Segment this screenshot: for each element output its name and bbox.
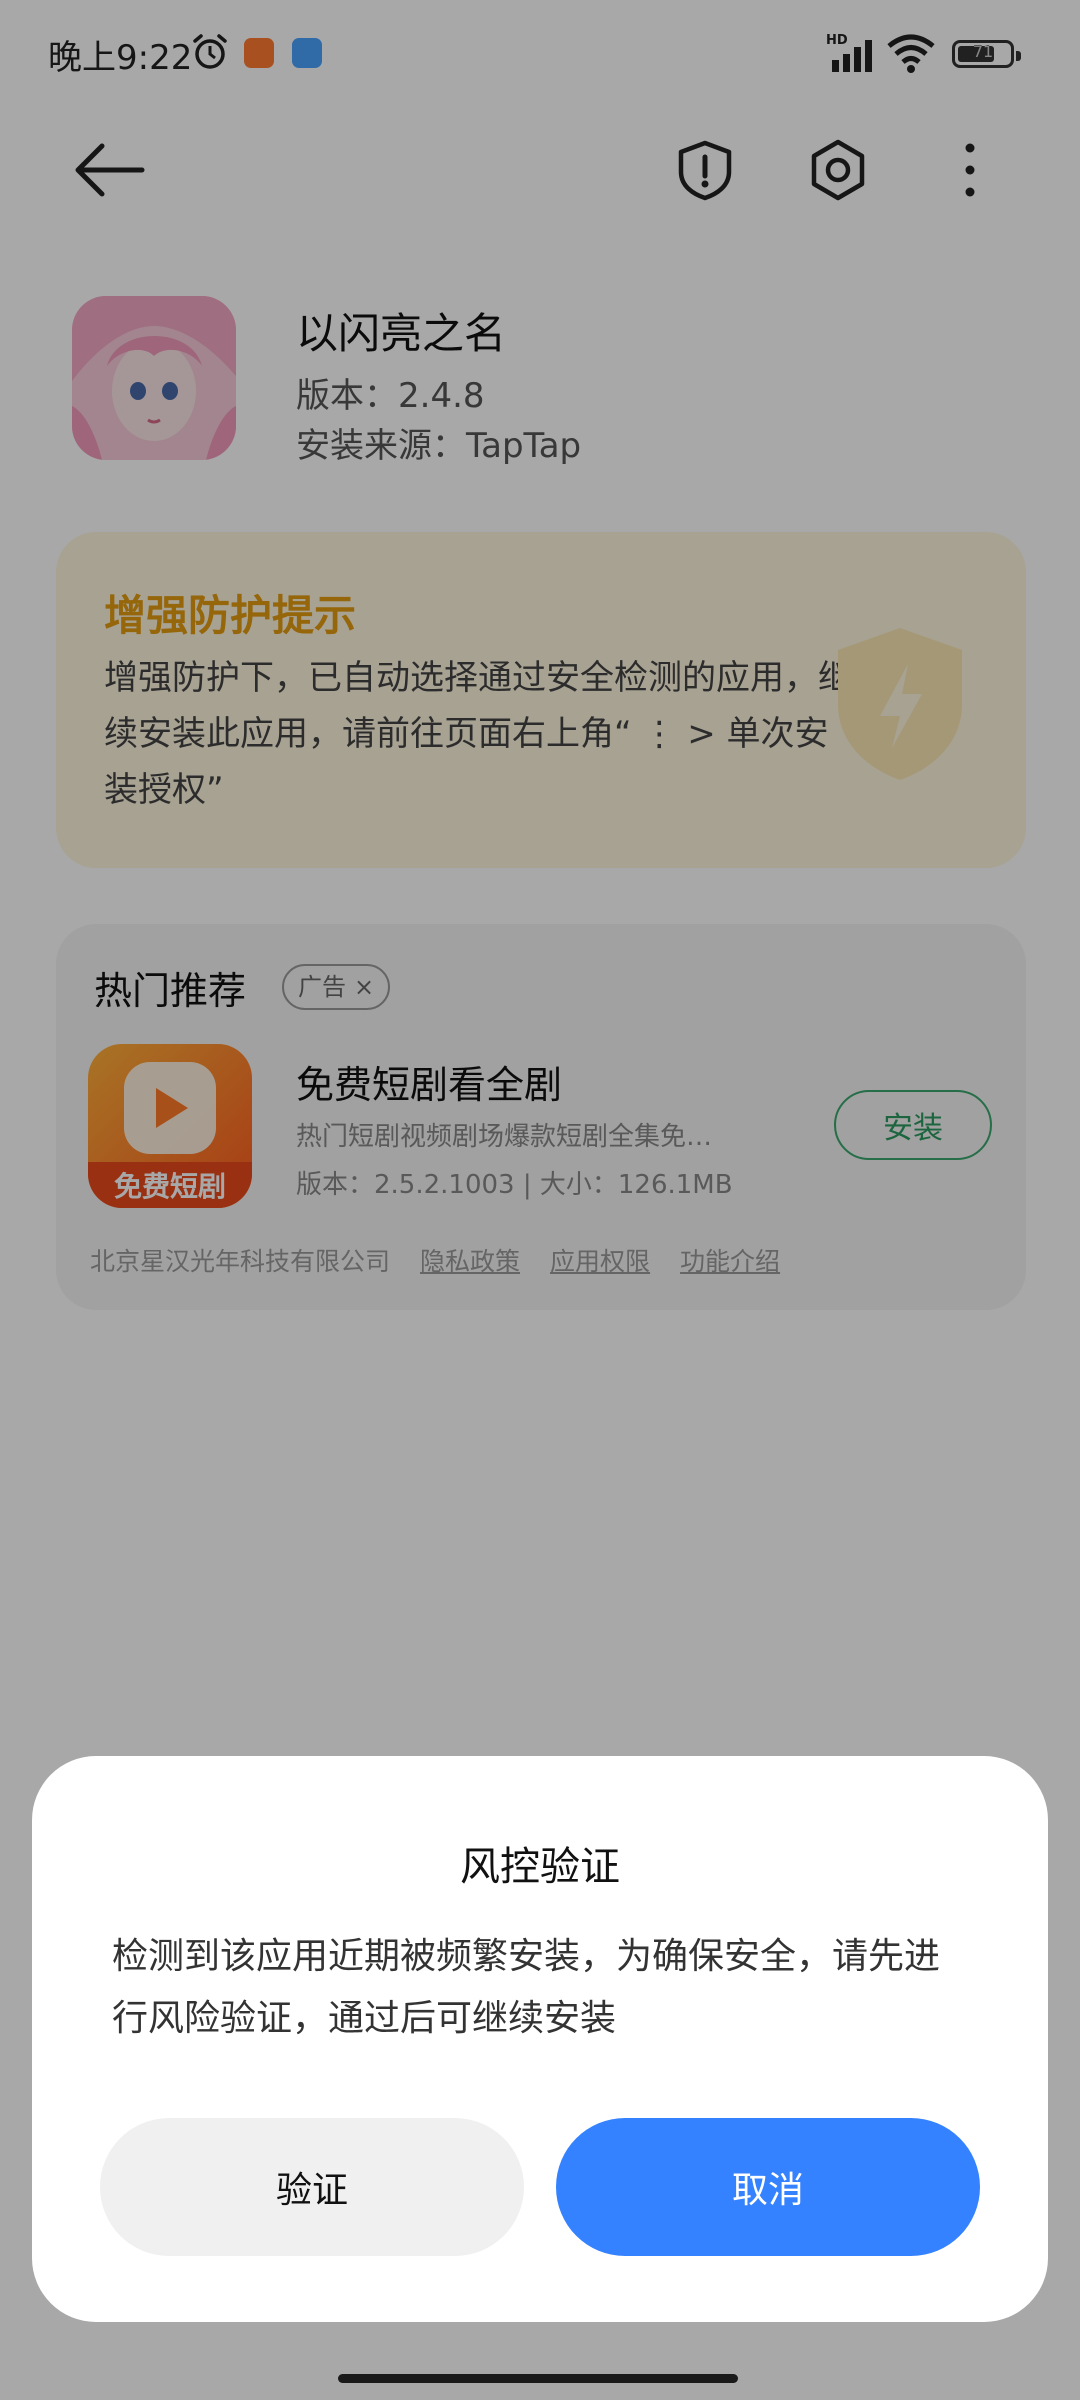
verify-button[interactable]: 验证 (100, 2118, 524, 2256)
risk-verification-dialog: 风控验证 检测到该应用近期被频繁安装，为确保安全，请先进行风险验证，通过后可继续… (32, 1756, 1048, 2322)
dialog-title: 风控验证 (460, 1844, 620, 1890)
screen: 晚上9:22 HD 71 以闪亮之名 版本：2.4.8 安装来源：TapTap … (0, 0, 1080, 2400)
home-indicator[interactable] (338, 2374, 738, 2383)
dialog-message: 检测到该应用近期被频繁安装，为确保安全，请先进行风险验证，通过后可继续安装 (112, 1936, 941, 2039)
cancel-button[interactable]: 取消 (556, 2118, 980, 2256)
